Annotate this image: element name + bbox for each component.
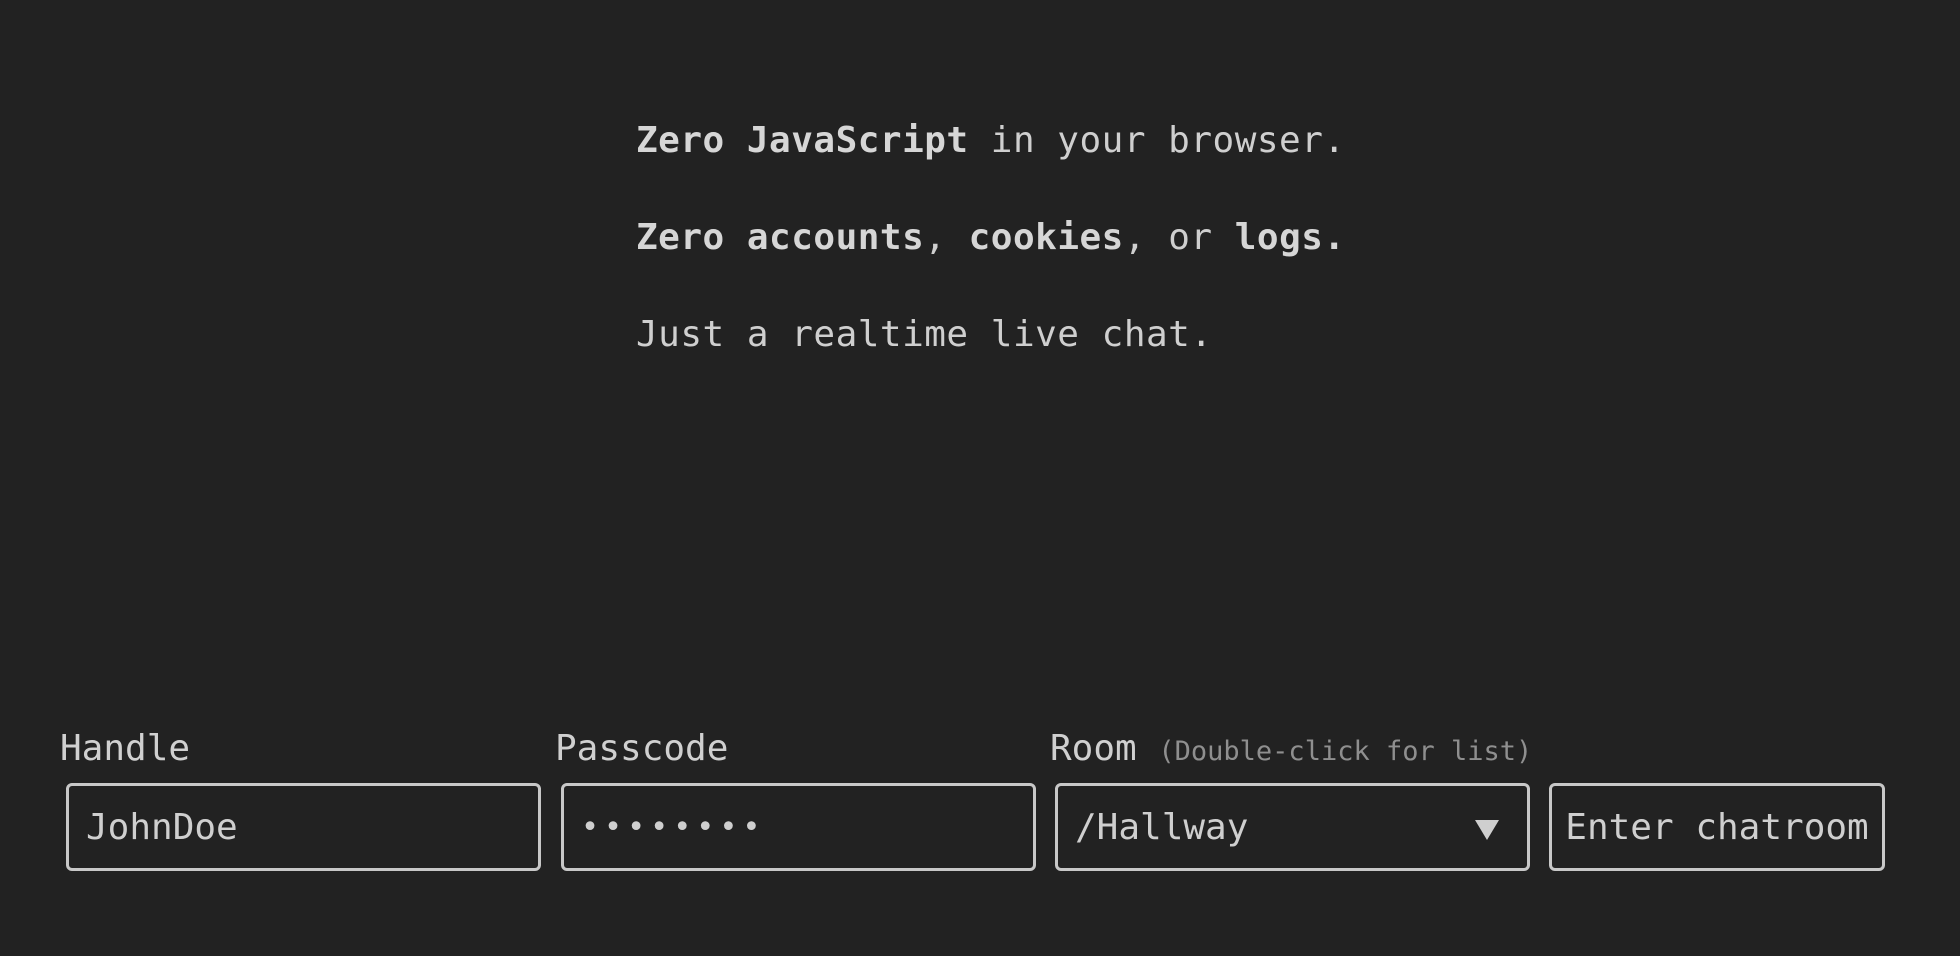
- intro-sep-1: ,: [924, 217, 969, 258]
- intro-bold-cookies: cookies: [968, 217, 1124, 258]
- room-hint: (Double-click for list): [1158, 736, 1533, 767]
- intro-line-javascript-rest: in your browser.: [968, 120, 1346, 161]
- passcode-label: Passcode: [555, 728, 729, 769]
- intro-sep-2: , or: [1123, 217, 1235, 258]
- handle-input[interactable]: JohnDoe: [66, 783, 541, 871]
- intro-bold-zero-accounts: Zero accounts: [636, 217, 925, 258]
- intro-line-accounts: Zero accounts, cookies, or logs.: [636, 215, 1346, 261]
- passcode-value: ••••••••: [581, 809, 766, 845]
- room-value: /Hallway: [1075, 806, 1249, 848]
- room-label-text: Room: [1050, 728, 1137, 769]
- intro-bold-logs: logs: [1234, 217, 1324, 258]
- intro-line-realtime: Just a realtime live chat.: [636, 314, 1213, 355]
- intro-line-end: .: [1323, 217, 1346, 258]
- enter-chatroom-label: Enter chatroom: [1565, 806, 1869, 848]
- join-form: Handle JohnDoe Passcode •••••••• Room (D…: [60, 726, 1890, 876]
- handle-label: Handle: [60, 728, 191, 769]
- intro-text: Zero JavaScript in your browser. Zero ac…: [636, 118, 1346, 409]
- intro-bold-zero-javascript: Zero JavaScript: [636, 120, 969, 161]
- handle-value: JohnDoe: [86, 806, 238, 848]
- enter-chatroom-button[interactable]: Enter chatroom: [1549, 783, 1885, 871]
- passcode-input[interactable]: ••••••••: [561, 783, 1036, 871]
- room-label: Room (Double-click for list): [1050, 726, 1532, 775]
- intro-line-javascript: Zero JavaScript in your browser.: [636, 118, 1346, 164]
- chevron-down-icon: [1475, 820, 1499, 840]
- room-select[interactable]: /Hallway: [1055, 783, 1530, 871]
